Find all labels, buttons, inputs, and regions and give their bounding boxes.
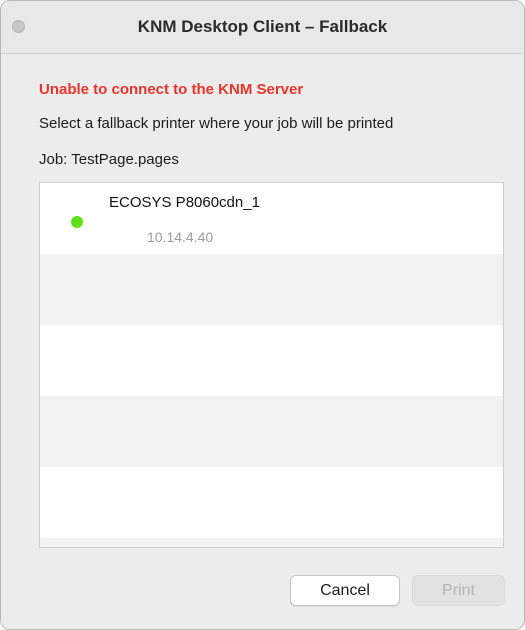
empty-list-row [40, 396, 503, 467]
empty-list-row [40, 325, 503, 396]
dialog-content: Unable to connect to the KNM Server Sele… [1, 54, 524, 629]
cancel-button[interactable]: Cancel [290, 575, 400, 606]
printer-list[interactable]: ECOSYS P8060cdn_1 10.14.4.40 [39, 182, 504, 548]
window-title: KNM Desktop Client – Fallback [137, 17, 388, 36]
empty-list-row [40, 254, 503, 325]
empty-list-row [40, 538, 503, 547]
fallback-dialog-window: KNM Desktop Client – Fallback Unable to … [0, 0, 525, 630]
connection-error-message: Unable to connect to the KNM Server [39, 81, 304, 98]
job-name-label: Job: TestPage.pages [39, 151, 179, 168]
empty-list-row [40, 467, 503, 538]
title-bar: KNM Desktop Client – Fallback [1, 1, 524, 54]
instruction-text: Select a fallback printer where your job… [39, 115, 394, 132]
printer-ip-address: 10.14.4.40 [147, 229, 214, 245]
print-button[interactable]: Print [412, 575, 505, 606]
printer-list-item[interactable]: ECOSYS P8060cdn_1 10.14.4.40 [40, 183, 503, 254]
online-status-icon [71, 216, 83, 228]
printer-name: ECOSYS P8060cdn_1 [109, 194, 260, 211]
